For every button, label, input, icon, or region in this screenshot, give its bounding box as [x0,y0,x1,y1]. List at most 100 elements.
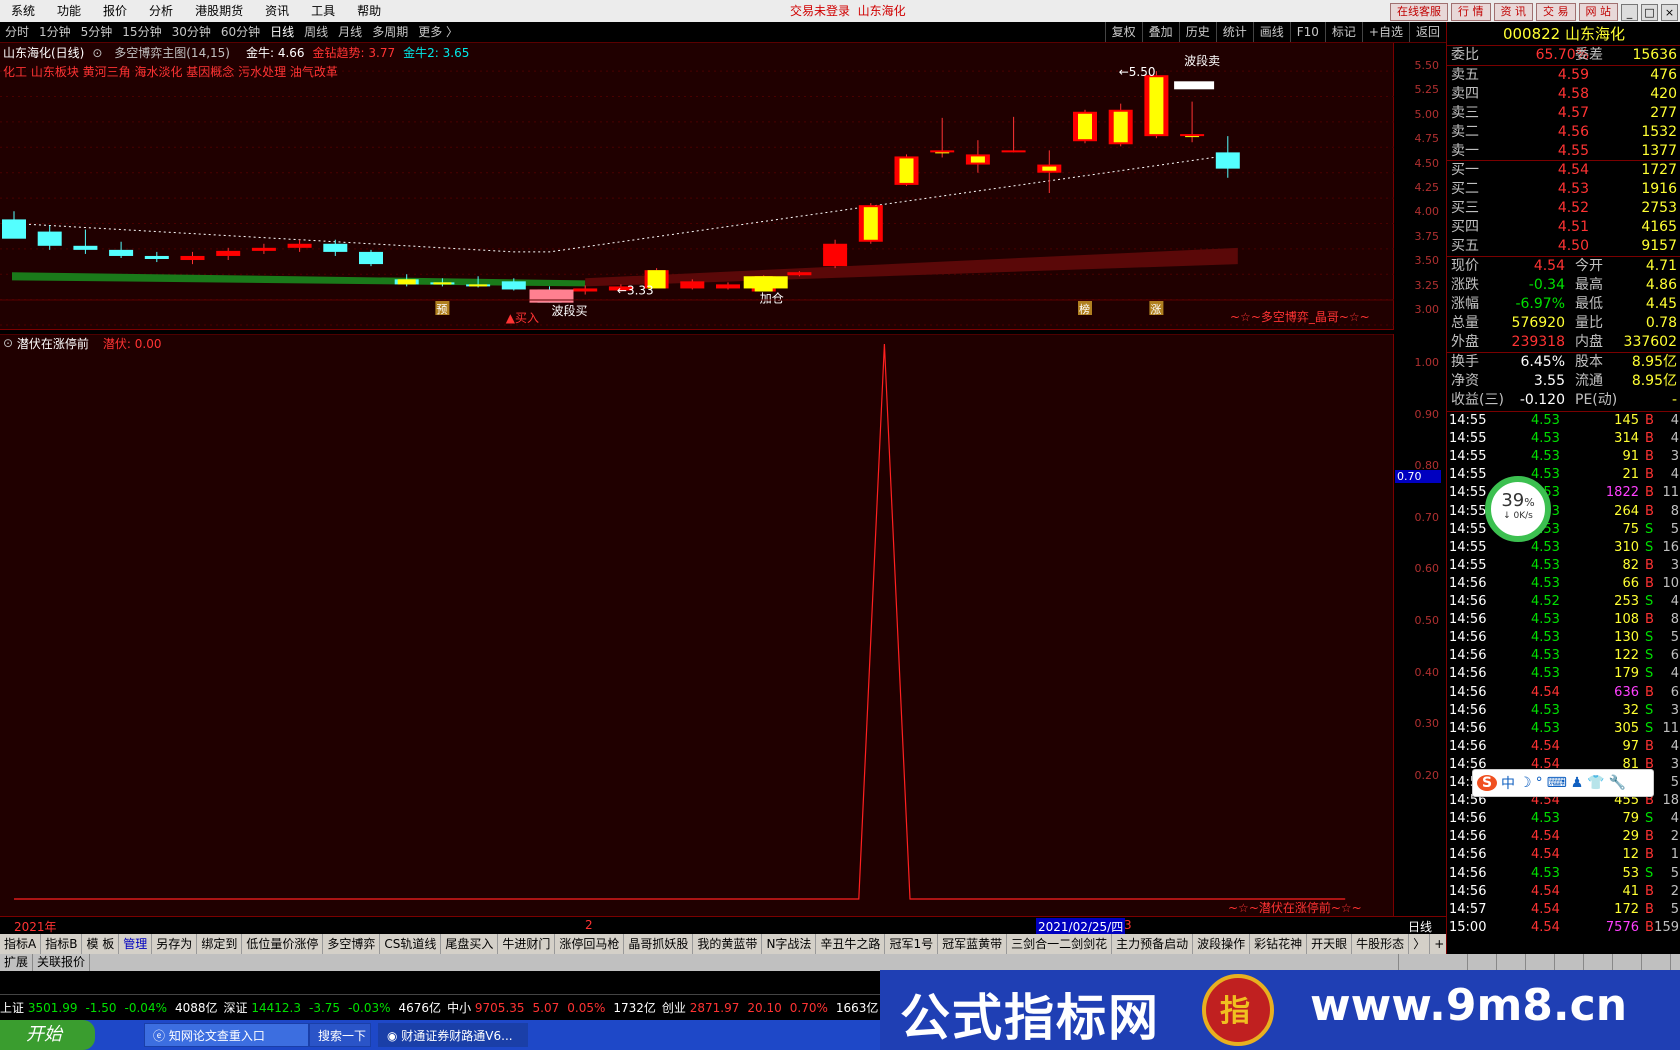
formula-tab[interactable]: 涨停回马枪 [555,934,625,954]
period-fenshi[interactable]: 分时 [0,22,34,42]
ime-toolbar[interactable]: S 中 ☽ ° ⌨ ♟ 👕 🔧 [1472,769,1654,797]
index-item[interactable]: 深证 14412.3 -3.75 -0.03% 4676亿 [224,999,442,1016]
candle[interactable] [180,251,205,265]
tab-extend[interactable]: 扩展 [0,954,34,971]
formula-tab[interactable]: 另存为 [152,934,198,954]
taskbar-app-trading[interactable]: ◉ 财通证券财路通V6... [378,1023,528,1047]
ime-chinese-mode[interactable]: 中 [1501,773,1515,793]
menu-function[interactable]: 功能 [46,0,92,22]
user-icon[interactable]: ♟ [1571,775,1584,791]
formula-tab[interactable]: 指标A [0,934,42,954]
menu-hk-futures[interactable]: 港股期货 [184,0,254,22]
period-60min[interactable]: 60分钟 [216,22,265,42]
candle[interactable] [37,225,62,250]
tool-mark[interactable]: 标记 [1324,22,1362,42]
menu-quote[interactable]: 报价 [92,0,138,22]
indicator-collapse-icon[interactable]: ⊙ [3,336,17,350]
menu-tools[interactable]: 工具 [300,0,346,22]
formula-tab[interactable]: 多空博弈 [323,934,381,954]
restore-icon[interactable]: □ [1641,3,1658,21]
quote-button[interactable]: 行 情 [1451,3,1491,21]
formula-name[interactable]: ⊙ 多空博弈主图(14,15) [92,44,238,61]
candle[interactable] [1108,103,1133,147]
keyboard-icon[interactable]: ⌨ [1547,775,1567,791]
candle[interactable] [1144,71,1169,139]
menu-analysis[interactable]: 分析 [138,0,184,22]
candle[interactable] [965,140,990,173]
moon-icon[interactable]: ☽ [1519,775,1532,791]
tool-overlay[interactable]: 叠加 [1141,22,1179,42]
side-tab[interactable]: 价 [1495,954,1525,971]
candle[interactable] [73,229,98,254]
period-multi[interactable]: 多周期 [367,22,413,42]
formula-tab[interactable]: 我的黄蓝带 [693,934,763,954]
tool-stats[interactable]: 统计 [1215,22,1253,42]
tool-history[interactable]: 历史 [1178,22,1216,42]
formula-tab[interactable]: CS轨道线 [380,934,442,954]
candle[interactable] [716,282,740,290]
candle[interactable] [109,241,134,258]
candle[interactable] [573,285,598,295]
collapse-icon[interactable]: ⊙ [92,46,106,60]
index-item[interactable]: 创业 2871.97 20.10 0.70% 1663亿 [662,999,879,1016]
candle[interactable] [144,251,169,263]
formula-tab[interactable]: 开天眼 [1307,934,1353,954]
formula-tab[interactable]: 彩钻花神 [1250,934,1308,954]
candle[interactable] [1215,136,1240,178]
skin-icon[interactable]: 👕 [1587,775,1604,791]
period-monthly[interactable]: 月线 [333,22,367,42]
main-chart-area[interactable]: 波段卖 波段买 ▲买入 加仓 ←3.33 ←5.50 ~☆~多空博弈_晶哥~☆~ 预 榜 涨 [0,43,1394,330]
candle[interactable] [1073,109,1097,144]
candlestick-chart[interactable]: 波段卖波段买 ▲买入 加仓 ←3.33 ←5.50 ~☆~多空博弈_晶哥~☆~ 预 榜 涨 [0,43,1394,330]
formula-tab[interactable]: 辛丑牛之路 [816,934,886,954]
candle[interactable] [930,117,955,158]
formula-tab[interactable]: 管理 [119,934,153,954]
index-item[interactable]: 中小 9705.35 5.07 0.05% 1732亿 [447,999,656,1016]
candle[interactable] [1037,150,1062,193]
period-15min[interactable]: 15分钟 [117,22,166,42]
period-daily[interactable]: 日线 [265,22,299,42]
minimize-icon[interactable]: _ [1621,3,1638,21]
formula-tab[interactable]: 冠军蓝黄带 [938,934,1008,954]
wrench-icon[interactable]: 🔧 [1609,775,1626,791]
side-tab[interactable]: 侧边栏 《 [1398,954,1467,971]
taskbar-search[interactable]: 搜索一下 [309,1023,371,1047]
formula-tab[interactable]: 冠军1号 [885,934,939,954]
formula-tab[interactable]: 三剑合一二剑剑花 [1007,934,1113,954]
formula-tab[interactable]: 模 板 [82,934,120,954]
punct-icon[interactable]: ° [1536,775,1543,791]
taskbar-app-browser[interactable]: ⓔ 知网论文查重入口 [144,1023,309,1047]
sogou-icon[interactable]: S [1477,775,1497,791]
tab-related-quote[interactable]: 关联报价 [33,954,91,971]
side-tab[interactable]: 值 [1611,954,1641,971]
formula-tab[interactable]: 牛股形态 [1352,934,1410,954]
candle[interactable] [894,154,919,186]
period-5min[interactable]: 5分钟 [76,22,118,42]
formula-tab[interactable]: 波段操作 [1193,934,1251,954]
tool-draw[interactable]: 画线 [1252,22,1290,42]
menu-help[interactable]: 帮助 [346,0,392,22]
period-weekly[interactable]: 周线 [299,22,333,42]
candle[interactable] [858,203,883,244]
candle[interactable] [823,239,848,269]
tool-f10[interactable]: F10 [1289,22,1325,42]
formula-tab[interactable]: + [1430,934,1446,954]
candle[interactable] [287,239,312,252]
menu-news[interactable]: 资讯 [254,0,300,22]
formula-tab[interactable]: N字战法 [762,934,817,954]
index-item[interactable]: 上证 3501.99 -1.50 -0.04% 4088亿 [0,999,218,1016]
formula-tab[interactable]: 尾盘买入 [441,934,499,954]
period-1min[interactable]: 1分钟 [34,22,76,42]
formula-tab[interactable]: 低位量价涨停 [242,934,324,954]
menu-system[interactable]: 系统 [0,0,46,22]
online-service-button[interactable]: 在线客服 [1390,3,1448,21]
candle[interactable] [2,211,26,239]
formula-tab[interactable]: 指标B [41,934,83,954]
tool-fuquan[interactable]: 复权 [1104,22,1142,42]
side-tab[interactable]: 筹 [1669,954,1680,971]
side-tab[interactable]: 联 [1582,954,1612,971]
website-button[interactable]: 网 站 [1578,3,1618,21]
indicator-line-chart[interactable]: ~☆~潜伏在涨停前~☆~ [0,333,1394,916]
formula-tab[interactable]: 牛进财门 [498,934,556,954]
side-tab[interactable]: 细 [1524,954,1554,971]
